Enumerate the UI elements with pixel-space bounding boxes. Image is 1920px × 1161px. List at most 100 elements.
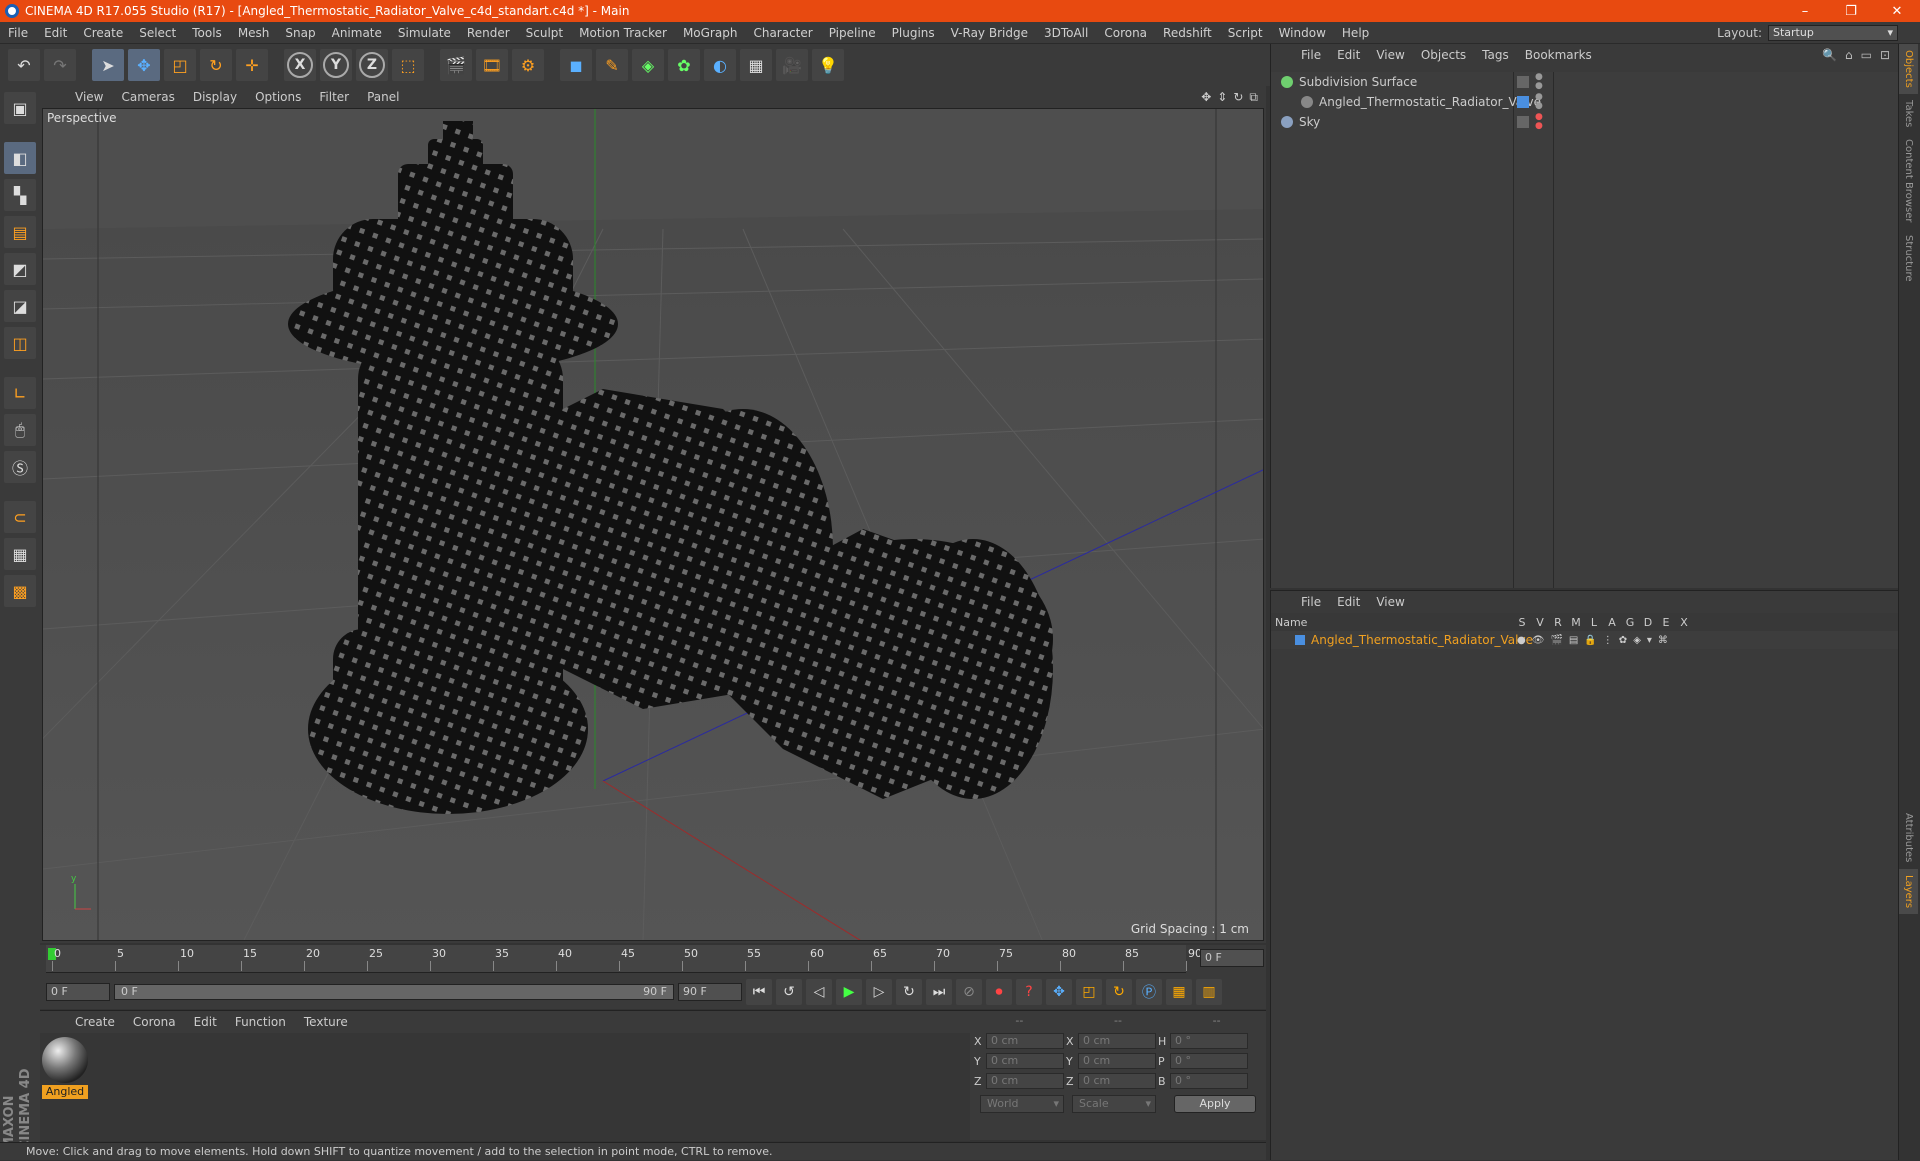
render-settings-icon[interactable]: ⚙: [512, 49, 544, 81]
menu-redshift[interactable]: Redshift: [1155, 26, 1220, 40]
side-tab-takes[interactable]: Takes: [1899, 94, 1918, 133]
coord-field[interactable]: 0 °: [1170, 1033, 1248, 1049]
make-editable-icon[interactable]: ▣: [4, 92, 36, 124]
layer-deformers-icon[interactable]: ◈: [1633, 635, 1641, 646]
texture-mode-icon[interactable]: ▚: [4, 179, 36, 211]
scale-icon[interactable]: ◰: [164, 49, 196, 81]
layer-column-v[interactable]: V: [1531, 616, 1549, 629]
layer-row[interactable]: Angled_Thermostatic_Radiator_Valve ● 👁 🎬…: [1271, 631, 1898, 649]
layer-expressions-icon[interactable]: ▾: [1647, 635, 1652, 646]
snap-magnet-icon[interactable]: ⊂: [4, 501, 36, 533]
menu-pipeline[interactable]: Pipeline: [821, 26, 884, 40]
keyframe-selection-icon[interactable]: ?: [1016, 979, 1042, 1005]
undo-icon[interactable]: ↶: [8, 49, 40, 81]
menu-3dtoall[interactable]: 3DToAll: [1036, 26, 1096, 40]
object-menu-view[interactable]: View: [1368, 48, 1412, 62]
material-menu-create[interactable]: Create: [66, 1015, 124, 1029]
menu-script[interactable]: Script: [1220, 26, 1271, 40]
layer-render-icon[interactable]: 🎬: [1550, 635, 1562, 646]
redo-icon[interactable]: ↷: [44, 49, 76, 81]
menu-snap[interactable]: Snap: [277, 26, 323, 40]
timeline-window-icon[interactable]: ▥: [1196, 979, 1222, 1005]
home-icon[interactable]: ⌂: [1845, 48, 1853, 62]
material-menu-corona[interactable]: Corona: [124, 1015, 185, 1029]
move-icon[interactable]: ✥: [128, 49, 160, 81]
auto-keying-icon[interactable]: ⏺: [986, 979, 1012, 1005]
coord-field[interactable]: 0 cm: [1078, 1033, 1156, 1049]
cloner-icon[interactable]: ✿: [668, 49, 700, 81]
object-tag-icon[interactable]: [1517, 76, 1529, 88]
timeline-bar[interactable]: 0 5 10 15 20 25 30 35 40 45 50 55 60 65 70 75 80 85 90: [46, 945, 1202, 973]
y-axis-icon[interactable]: Y: [323, 52, 349, 78]
points-mode-icon[interactable]: ◩: [4, 253, 36, 285]
coord-field[interactable]: 0 °: [1170, 1073, 1248, 1089]
object-name[interactable]: Subdivision Surface: [1299, 75, 1417, 89]
layer-animation-icon[interactable]: ⋮: [1603, 635, 1613, 646]
frame-range-slider[interactable]: 0 F 90 F: [114, 984, 674, 1000]
maximize-button[interactable]: ❐: [1828, 4, 1874, 19]
layer-color-swatch[interactable]: [1295, 635, 1305, 645]
spline-pen-icon[interactable]: ✎: [596, 49, 628, 81]
deformer-icon[interactable]: ◐: [704, 49, 736, 81]
menu-edit[interactable]: Edit: [36, 26, 75, 40]
viewport-toggle-icon[interactable]: ⧉: [1249, 90, 1258, 105]
viewport-menu-panel[interactable]: Panel: [358, 90, 408, 104]
z-axis-icon[interactable]: Z: [359, 52, 385, 78]
viewport-menu-view[interactable]: View: [66, 90, 112, 104]
expand-icon[interactable]: ⊡: [1880, 48, 1890, 62]
visibility-dots-icon[interactable]: ● ●: [1535, 73, 1543, 91]
layer-column-e[interactable]: E: [1657, 616, 1675, 629]
material-menu-texture[interactable]: Texture: [295, 1015, 357, 1029]
coord-field[interactable]: 0 cm: [986, 1073, 1064, 1089]
close-button[interactable]: ✕: [1874, 4, 1920, 19]
x-axis-icon[interactable]: X: [287, 52, 313, 78]
menu-sculpt[interactable]: Sculpt: [518, 26, 571, 40]
object-menu-file[interactable]: File: [1293, 48, 1329, 62]
object-row[interactable]: Subdivision Surface ● ●: [1271, 72, 1899, 92]
model-mode-icon[interactable]: ◧: [4, 142, 36, 174]
layer-column-l[interactable]: L: [1585, 616, 1603, 629]
edges-mode-icon[interactable]: ◪: [4, 290, 36, 322]
layer-name[interactable]: Angled_Thermostatic_Radiator_Valve: [1311, 633, 1533, 647]
material-menu-function[interactable]: Function: [226, 1015, 295, 1029]
material-thumbnail[interactable]: [42, 1037, 88, 1083]
menu-tools[interactable]: Tools: [184, 26, 230, 40]
layer-column-m[interactable]: M: [1567, 616, 1585, 629]
side-tab-objects[interactable]: Objects: [1899, 44, 1918, 94]
object-tag-icon[interactable]: [1517, 116, 1529, 128]
polygons-mode-icon[interactable]: ◫: [4, 327, 36, 359]
layer-xref-icon[interactable]: ⌘: [1658, 635, 1668, 646]
object-name[interactable]: Angled_Thermostatic_Radiator_Valve: [1319, 95, 1541, 109]
menu-mesh[interactable]: Mesh: [230, 26, 278, 40]
solo-mode-icon[interactable]: Ⓢ: [4, 451, 36, 483]
key-parameter-icon[interactable]: Ⓟ: [1136, 979, 1162, 1005]
viewport-canvas[interactable]: Perspective y Grid Spacing: 1 cm: [42, 108, 1264, 941]
menu-mograph[interactable]: MoGraph: [675, 26, 746, 40]
viewport-menu-filter[interactable]: Filter: [310, 90, 358, 104]
locked-workplane-icon[interactable]: ▦: [4, 538, 36, 570]
previous-frame-icon[interactable]: ◁: [806, 979, 832, 1005]
layer-menu-edit[interactable]: Edit: [1329, 595, 1368, 609]
current-frame-field[interactable]: 0 F: [1200, 949, 1264, 967]
key-position-icon[interactable]: ✥: [1046, 979, 1072, 1005]
menu-create[interactable]: Create: [75, 26, 131, 40]
rotate-icon[interactable]: ↻: [200, 49, 232, 81]
coord-field[interactable]: 0 °: [1170, 1053, 1248, 1069]
minimize-button[interactable]: –: [1782, 4, 1828, 19]
coord-field[interactable]: 0 cm: [1078, 1053, 1156, 1069]
end-frame-field[interactable]: 90 F: [678, 983, 742, 1001]
object-name[interactable]: Sky: [1299, 115, 1320, 129]
play-icon[interactable]: ▶: [836, 979, 862, 1005]
viewport-menu-cameras[interactable]: Cameras: [112, 90, 183, 104]
menu-corona[interactable]: Corona: [1096, 26, 1155, 40]
next-frame-icon[interactable]: ▷: [866, 979, 892, 1005]
tweak-mode-icon[interactable]: 🖱: [4, 414, 36, 446]
render-picture-viewer-icon[interactable]: 🎞: [476, 49, 508, 81]
visibility-dots-icon[interactable]: ● ●: [1535, 93, 1543, 111]
axis-mode-icon[interactable]: ∟: [4, 377, 36, 409]
material-menu-edit[interactable]: Edit: [185, 1015, 226, 1029]
layer-locked-icon[interactable]: 🔒: [1584, 635, 1596, 646]
side-tab-content-browser[interactable]: Content Browser: [1899, 133, 1918, 228]
side-tab-layers[interactable]: Layers: [1899, 868, 1918, 914]
layer-column-x[interactable]: X: [1675, 616, 1693, 629]
